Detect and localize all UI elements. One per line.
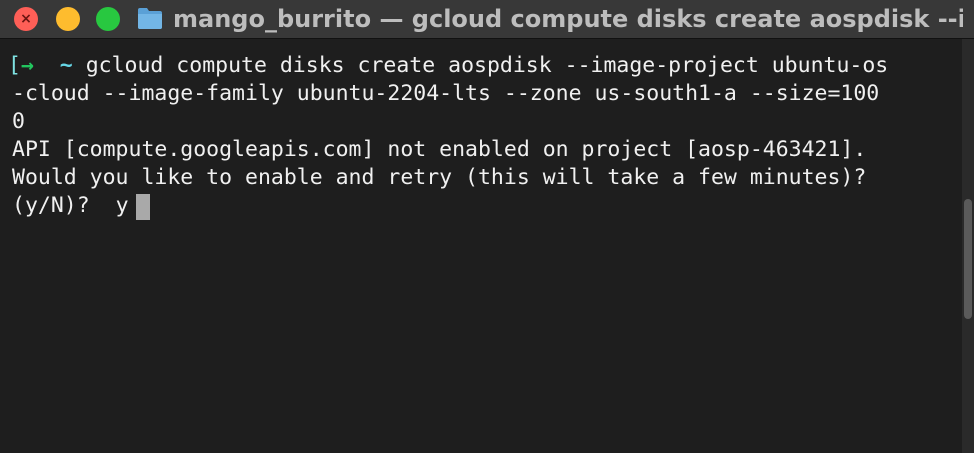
text-cursor [136,194,150,220]
scrollbar-thumb[interactable] [964,199,972,319]
close-icon: × [20,11,32,27]
command-line-2: -cloud --image-family ubuntu-2204-lts --… [12,81,880,106]
output-line-1: API [compute.googleapis.com] not enabled… [12,137,867,162]
zoom-button[interactable] [96,7,120,31]
title-bar[interactable]: × mango_burrito — gcloud compute disks c… [0,0,974,39]
scrollbar-track[interactable] [962,39,974,453]
prompt-directory: ~ [59,53,73,78]
output-line-2: Would you like to enable and retry (this… [12,165,867,190]
command-text-1: gcloud compute disks create aospdisk --i… [85,53,889,78]
close-button[interactable]: × [14,7,38,31]
command-line-1: [→ ~ gcloud compute disks create aospdis… [8,52,888,80]
terminal-content[interactable]: [→ ~ gcloud compute disks create aospdis… [0,39,962,453]
prompt-arrow-icon: → [20,53,34,78]
prompt-bracket: [ [8,53,21,78]
command-line-3: 0 [12,109,25,134]
folder-icon [138,8,162,29]
window-title: mango_burrito — gcloud compute disks cre… [173,5,963,33]
minimize-button[interactable] [56,7,80,31]
input-prompt-line: (y/N)? y [12,192,129,220]
prompt-question: (y/N)? [12,193,90,218]
user-input[interactable]: y [116,193,129,218]
terminal-window: × mango_burrito — gcloud compute disks c… [0,0,974,453]
